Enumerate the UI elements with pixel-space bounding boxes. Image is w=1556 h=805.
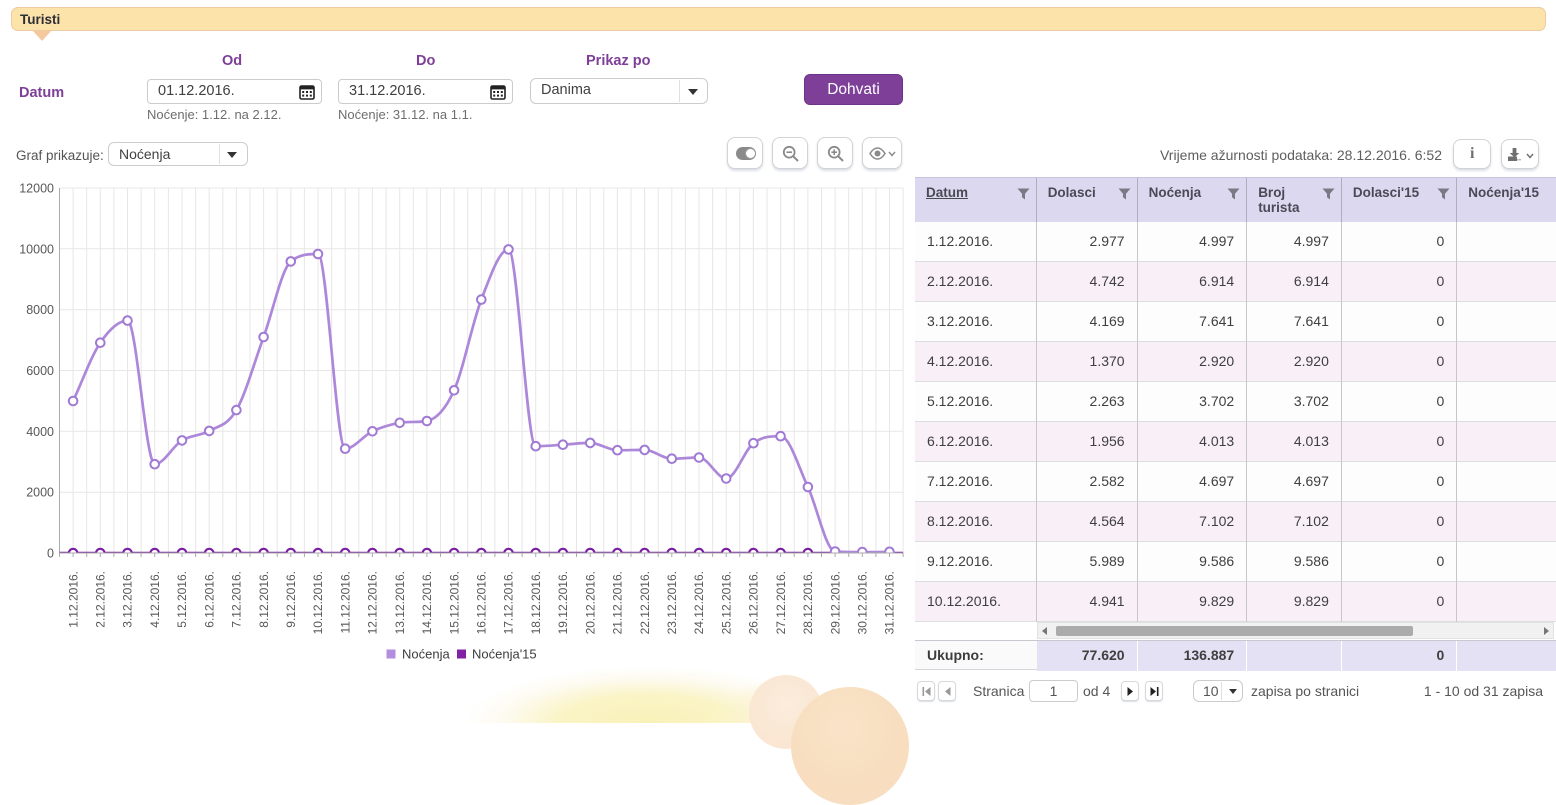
svg-text:20.12.2016.: 20.12.2016. <box>583 571 597 634</box>
svg-text:30.12.2016.: 30.12.2016. <box>856 571 870 634</box>
svg-text:2.12.2016.: 2.12.2016. <box>94 571 108 628</box>
svg-text:13.12.2016.: 13.12.2016. <box>393 571 407 634</box>
svg-text:24.12.2016.: 24.12.2016. <box>692 571 706 634</box>
svg-text:5.12.2016.: 5.12.2016. <box>175 571 189 628</box>
svg-text:27.12.2016.: 27.12.2016. <box>774 571 788 634</box>
svg-text:Noćenja: Noćenja <box>402 647 450 662</box>
svg-text:26.12.2016.: 26.12.2016. <box>747 571 761 634</box>
svg-text:21.12.2016.: 21.12.2016. <box>611 571 625 634</box>
svg-text:25.12.2016.: 25.12.2016. <box>719 571 733 634</box>
svg-text:0: 0 <box>47 547 54 561</box>
svg-text:22.12.2016.: 22.12.2016. <box>638 571 652 634</box>
svg-text:7.12.2016.: 7.12.2016. <box>230 571 244 628</box>
svg-text:31.12.2016.: 31.12.2016. <box>883 571 897 634</box>
svg-text:9.12.2016.: 9.12.2016. <box>284 571 298 628</box>
svg-text:12.12.2016.: 12.12.2016. <box>366 571 380 634</box>
svg-text:2000: 2000 <box>26 486 54 500</box>
svg-text:4.12.2016.: 4.12.2016. <box>148 571 162 628</box>
svg-text:3.12.2016.: 3.12.2016. <box>121 571 135 628</box>
svg-text:28.12.2016.: 28.12.2016. <box>801 571 815 634</box>
svg-text:12000: 12000 <box>19 182 54 196</box>
svg-text:18.12.2016.: 18.12.2016. <box>529 571 543 634</box>
svg-text:6000: 6000 <box>26 364 54 378</box>
svg-text:10000: 10000 <box>19 242 54 256</box>
svg-text:8.12.2016.: 8.12.2016. <box>257 571 271 628</box>
svg-text:17.12.2016.: 17.12.2016. <box>502 571 516 634</box>
svg-text:11.12.2016.: 11.12.2016. <box>338 571 352 634</box>
svg-text:10.12.2016.: 10.12.2016. <box>311 571 325 634</box>
svg-text:Noćenja'15: Noćenja'15 <box>472 647 537 662</box>
svg-text:29.12.2016.: 29.12.2016. <box>828 571 842 634</box>
svg-text:8000: 8000 <box>26 303 54 317</box>
svg-text:4000: 4000 <box>26 425 54 439</box>
svg-text:16.12.2016.: 16.12.2016. <box>475 571 489 634</box>
svg-text:14.12.2016.: 14.12.2016. <box>420 571 434 634</box>
svg-text:23.12.2016.: 23.12.2016. <box>665 571 679 634</box>
svg-text:15.12.2016.: 15.12.2016. <box>447 571 461 634</box>
svg-text:1.12.2016.: 1.12.2016. <box>66 571 80 628</box>
svg-text:19.12.2016.: 19.12.2016. <box>556 571 570 634</box>
svg-text:6.12.2016.: 6.12.2016. <box>202 571 216 628</box>
